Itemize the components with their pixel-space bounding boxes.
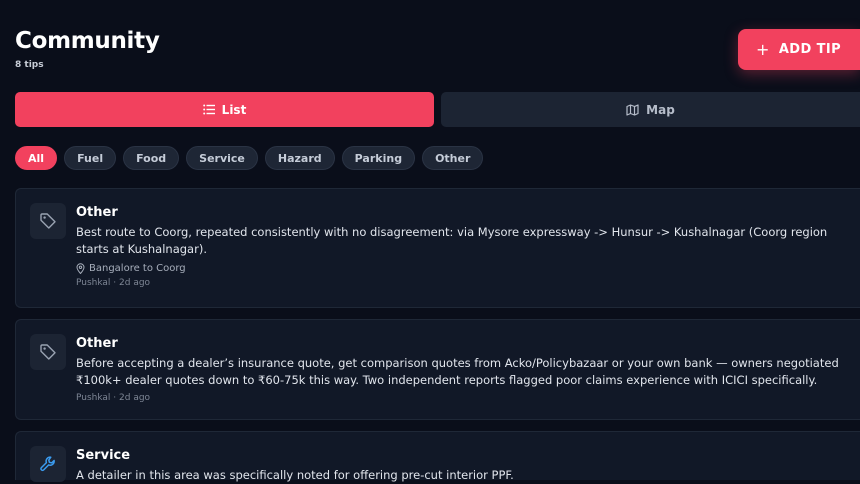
- view-toggle: List Map: [15, 92, 860, 127]
- map-view-button[interactable]: Map: [441, 92, 860, 127]
- tip-card[interactable]: Service A detailer in this area was spec…: [15, 431, 860, 482]
- tip-category: Other: [76, 336, 118, 351]
- tip-content: Service A detailer in this area was spec…: [76, 448, 844, 484]
- tip-text: Before accepting a dealer’s insurance qu…: [76, 356, 839, 387]
- tag-icon: [30, 203, 66, 239]
- plus-icon: +: [756, 39, 770, 59]
- filter-chip-food[interactable]: Food: [123, 146, 180, 170]
- filter-chip-parking[interactable]: Parking: [341, 146, 416, 170]
- filter-chip-other[interactable]: Other: [422, 146, 484, 170]
- tip-text: Best route to Coorg, repeated consistent…: [76, 225, 828, 256]
- tip-content: Other Best route to Coorg, repeated cons…: [76, 205, 844, 288]
- list-view-label: List: [221, 102, 247, 117]
- tip-card[interactable]: Other Best route to Coorg, repeated cons…: [15, 188, 860, 308]
- tip-meta: Pushkal · 2d ago: [76, 393, 151, 403]
- page-header: Community 8 tips: [15, 28, 160, 70]
- tip-card[interactable]: Other Before accepting a dealer’s insura…: [15, 319, 860, 420]
- map-icon: [626, 103, 639, 116]
- tag-icon: [30, 334, 66, 370]
- map-view-label: Map: [646, 102, 675, 117]
- wrench-icon: [30, 446, 66, 482]
- filter-chip-all[interactable]: All: [15, 146, 58, 170]
- filter-chip-service[interactable]: Service: [186, 146, 258, 170]
- tip-text: A detailer in this area was specifically…: [76, 468, 514, 482]
- add-tip-label: ADD TIP: [778, 42, 842, 57]
- add-tip-button[interactable]: + ADD TIP: [738, 29, 860, 70]
- tip-count: 8 tips: [15, 60, 44, 70]
- category-filters: All Fuel Food Service Hazard Parking Oth…: [15, 146, 484, 170]
- list-icon: [202, 104, 215, 115]
- tip-content: Other Before accepting a dealer’s insura…: [76, 336, 844, 403]
- list-view-button[interactable]: List: [15, 92, 434, 127]
- tip-location-label: Bangalore to Coorg: [89, 263, 186, 274]
- tip-category: Service: [76, 448, 131, 463]
- filter-chip-fuel[interactable]: Fuel: [64, 146, 117, 170]
- location-pin-icon: [76, 263, 85, 274]
- tip-meta: Pushkal · 2d ago: [76, 278, 151, 288]
- tip-location: Bangalore to Coorg: [76, 263, 844, 274]
- filter-chip-hazard[interactable]: Hazard: [264, 146, 335, 170]
- page-title: Community: [15, 28, 160, 54]
- tip-category: Other: [76, 205, 118, 220]
